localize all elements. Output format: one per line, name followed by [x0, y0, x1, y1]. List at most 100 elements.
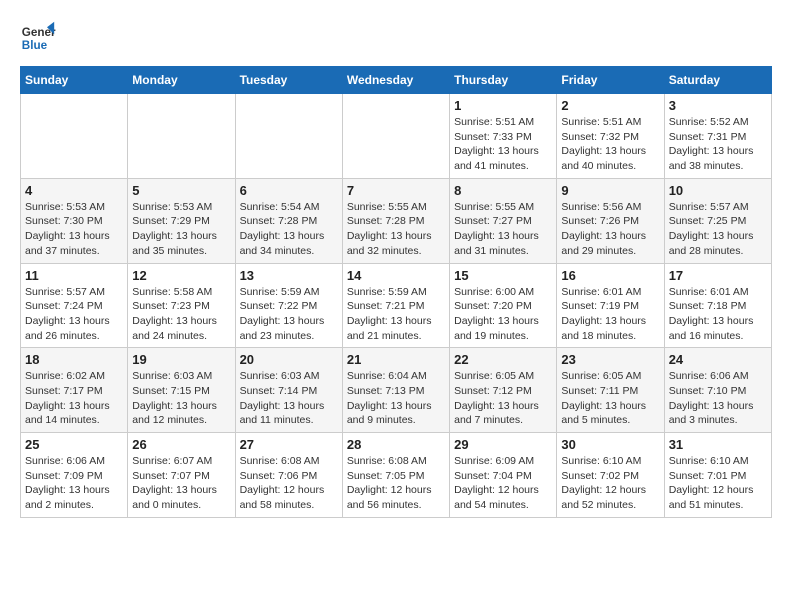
day-info: Sunrise: 5:52 AMSunset: 7:31 PMDaylight:… [669, 115, 767, 174]
day-info: Sunrise: 5:57 AMSunset: 7:24 PMDaylight:… [25, 285, 123, 344]
calendar-day-cell: 8 Sunrise: 5:55 AMSunset: 7:27 PMDaylight… [450, 178, 557, 263]
calendar-day-cell: 9 Sunrise: 5:56 AMSunset: 7:26 PMDaylight… [557, 178, 664, 263]
calendar-day-cell: 18 Sunrise: 6:02 AMSunset: 7:17 PMDayligh… [21, 348, 128, 433]
calendar-day-cell: 11 Sunrise: 5:57 AMSunset: 7:24 PMDayligh… [21, 263, 128, 348]
day-header-thursday: Thursday [450, 67, 557, 94]
calendar-day-cell: 2 Sunrise: 5:51 AMSunset: 7:32 PMDaylight… [557, 94, 664, 179]
day-info: Sunrise: 6:04 AMSunset: 7:13 PMDaylight:… [347, 369, 445, 428]
calendar-day-cell: 4 Sunrise: 5:53 AMSunset: 7:30 PMDaylight… [21, 178, 128, 263]
day-info: Sunrise: 5:53 AMSunset: 7:30 PMDaylight:… [25, 200, 123, 259]
day-header-friday: Friday [557, 67, 664, 94]
day-info: Sunrise: 6:06 AMSunset: 7:10 PMDaylight:… [669, 369, 767, 428]
day-info: Sunrise: 5:51 AMSunset: 7:33 PMDaylight:… [454, 115, 552, 174]
day-number: 25 [25, 437, 123, 452]
day-number: 8 [454, 183, 552, 198]
day-number: 2 [561, 98, 659, 113]
calendar-day-cell: 7 Sunrise: 5:55 AMSunset: 7:28 PMDaylight… [342, 178, 449, 263]
day-info: Sunrise: 5:56 AMSunset: 7:26 PMDaylight:… [561, 200, 659, 259]
day-number: 4 [25, 183, 123, 198]
day-number: 13 [240, 268, 338, 283]
day-info: Sunrise: 6:05 AMSunset: 7:11 PMDaylight:… [561, 369, 659, 428]
day-number: 22 [454, 352, 552, 367]
calendar-day-cell: 10Sunrise: 5:57 AMSunset: 7:25 PMDayligh… [664, 178, 771, 263]
day-number: 3 [669, 98, 767, 113]
day-number: 7 [347, 183, 445, 198]
svg-text:Blue: Blue [22, 39, 48, 52]
day-number: 16 [561, 268, 659, 283]
day-number: 10 [669, 183, 767, 198]
calendar-day-cell: 6Sunrise: 5:54 AMSunset: 7:28 PMDaylight… [235, 178, 342, 263]
calendar-day-cell: 15Sunrise: 6:00 AMSunset: 7:20 PMDayligh… [450, 263, 557, 348]
day-number: 18 [25, 352, 123, 367]
calendar-day-cell: 13 Sunrise: 5:59 AMSunset: 7:22 PMDayligh… [235, 263, 342, 348]
day-header-monday: Monday [128, 67, 235, 94]
day-info: Sunrise: 6:01 AMSunset: 7:19 PMDaylight:… [561, 285, 659, 344]
day-info: Sunrise: 5:55 AMSunset: 7:27 PMDaylight:… [454, 200, 552, 259]
day-info: Sunrise: 5:51 AMSunset: 7:32 PMDaylight:… [561, 115, 659, 174]
calendar-day-cell: 19Sunrise: 6:03 AMSunset: 7:15 PMDayligh… [128, 348, 235, 433]
day-info: Sunrise: 6:02 AMSunset: 7:17 PMDaylight:… [25, 369, 123, 428]
day-number: 24 [669, 352, 767, 367]
day-info: Sunrise: 5:59 AMSunset: 7:22 PMDaylight:… [240, 285, 338, 344]
day-number: 19 [132, 352, 230, 367]
calendar-day-cell: 27Sunrise: 6:08 AMSunset: 7:06 PMDayligh… [235, 433, 342, 518]
day-number: 28 [347, 437, 445, 452]
logo: General Blue [20, 20, 56, 56]
day-number: 31 [669, 437, 767, 452]
day-number: 23 [561, 352, 659, 367]
calendar-day-cell: 22 Sunrise: 6:05 AMSunset: 7:12 PMDayligh… [450, 348, 557, 433]
calendar-header-row: SundayMondayTuesdayWednesdayThursdayFrid… [21, 67, 772, 94]
calendar-day-cell: 3 Sunrise: 5:52 AMSunset: 7:31 PMDaylight… [664, 94, 771, 179]
day-number: 5 [132, 183, 230, 198]
day-info: Sunrise: 6:10 AMSunset: 7:01 PMDaylight:… [669, 454, 767, 513]
day-number: 12 [132, 268, 230, 283]
day-info: Sunrise: 6:06 AMSunset: 7:09 PMDaylight:… [25, 454, 123, 513]
day-info: Sunrise: 5:58 AMSunset: 7:23 PMDaylight:… [132, 285, 230, 344]
calendar-table: SundayMondayTuesdayWednesdayThursdayFrid… [20, 66, 772, 518]
calendar-day-cell: 24 Sunrise: 6:06 AMSunset: 7:10 PMDayligh… [664, 348, 771, 433]
calendar-day-cell: 14 Sunrise: 5:59 AMSunset: 7:21 PMDayligh… [342, 263, 449, 348]
day-info: Sunrise: 6:07 AMSunset: 7:07 PMDaylight:… [132, 454, 230, 513]
calendar-day-cell: 21 Sunrise: 6:04 AMSunset: 7:13 PMDayligh… [342, 348, 449, 433]
calendar-day-cell: 16 Sunrise: 6:01 AMSunset: 7:19 PMDayligh… [557, 263, 664, 348]
calendar-day-cell [21, 94, 128, 179]
day-number: 9 [561, 183, 659, 198]
calendar-day-cell [342, 94, 449, 179]
day-header-sunday: Sunday [21, 67, 128, 94]
calendar-day-cell: 23 Sunrise: 6:05 AMSunset: 7:11 PMDayligh… [557, 348, 664, 433]
calendar-day-cell: 17Sunrise: 6:01 AMSunset: 7:18 PMDayligh… [664, 263, 771, 348]
day-number: 6 [240, 183, 338, 198]
day-number: 20 [240, 352, 338, 367]
calendar-day-cell [235, 94, 342, 179]
logo-icon: General Blue [20, 20, 56, 56]
calendar-week-row: 1 Sunrise: 5:51 AMSunset: 7:33 PMDaylight… [21, 94, 772, 179]
day-number: 29 [454, 437, 552, 452]
day-header-wednesday: Wednesday [342, 67, 449, 94]
calendar-week-row: 25 Sunrise: 6:06 AMSunset: 7:09 PMDayligh… [21, 433, 772, 518]
calendar-day-cell: 31 Sunrise: 6:10 AMSunset: 7:01 PMDayligh… [664, 433, 771, 518]
calendar-day-cell: 28 Sunrise: 6:08 AMSunset: 7:05 PMDayligh… [342, 433, 449, 518]
day-info: Sunrise: 6:08 AMSunset: 7:06 PMDaylight:… [240, 454, 338, 513]
calendar-day-cell: 26Sunrise: 6:07 AMSunset: 7:07 PMDayligh… [128, 433, 235, 518]
day-number: 15 [454, 268, 552, 283]
calendar-day-cell: 30 Sunrise: 6:10 AMSunset: 7:02 PMDayligh… [557, 433, 664, 518]
calendar-day-cell: 5 Sunrise: 5:53 AMSunset: 7:29 PMDaylight… [128, 178, 235, 263]
day-number: 21 [347, 352, 445, 367]
day-number: 1 [454, 98, 552, 113]
day-info: Sunrise: 6:05 AMSunset: 7:12 PMDaylight:… [454, 369, 552, 428]
day-info: Sunrise: 6:03 AMSunset: 7:14 PMDaylight:… [240, 369, 338, 428]
calendar-day-cell: 12 Sunrise: 5:58 AMSunset: 7:23 PMDayligh… [128, 263, 235, 348]
day-info: Sunrise: 6:10 AMSunset: 7:02 PMDaylight:… [561, 454, 659, 513]
day-number: 11 [25, 268, 123, 283]
day-info: Sunrise: 5:53 AMSunset: 7:29 PMDaylight:… [132, 200, 230, 259]
calendar-day-cell: 20 Sunrise: 6:03 AMSunset: 7:14 PMDayligh… [235, 348, 342, 433]
calendar-day-cell: 25 Sunrise: 6:06 AMSunset: 7:09 PMDayligh… [21, 433, 128, 518]
day-info: Sunrise: 5:55 AMSunset: 7:28 PMDaylight:… [347, 200, 445, 259]
day-info: Sunrise: 5:59 AMSunset: 7:21 PMDaylight:… [347, 285, 445, 344]
calendar-week-row: 4 Sunrise: 5:53 AMSunset: 7:30 PMDaylight… [21, 178, 772, 263]
day-info: Sunrise: 6:08 AMSunset: 7:05 PMDaylight:… [347, 454, 445, 513]
day-number: 30 [561, 437, 659, 452]
page-header: General Blue [20, 20, 772, 56]
day-number: 14 [347, 268, 445, 283]
calendar-week-row: 18 Sunrise: 6:02 AMSunset: 7:17 PMDayligh… [21, 348, 772, 433]
